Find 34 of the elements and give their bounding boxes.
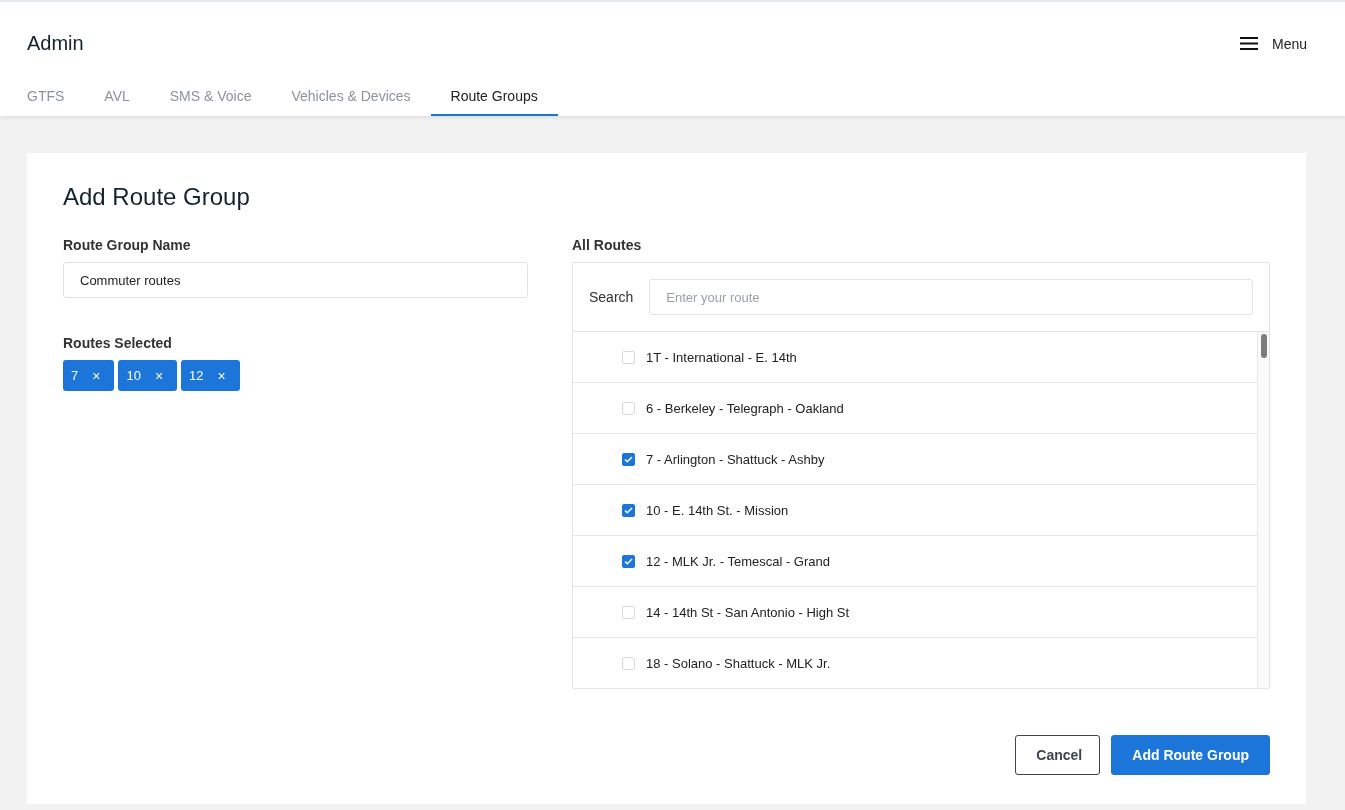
remove-button[interactable]: × [92, 367, 101, 384]
route-label: 7 - Arlington - Shattuck - Ashby [646, 451, 825, 467]
checkbox[interactable] [622, 554, 635, 568]
app-title: Admin [27, 32, 84, 55]
chip-label: 12 [189, 368, 204, 383]
chip-label: 7 [71, 368, 79, 383]
remove-button[interactable]: × [154, 367, 164, 384]
route-label: 1T - International - E. 14th [646, 349, 797, 365]
menu-button[interactable]: Menu [1239, 35, 1307, 52]
route-label: 14 - 14th St - San Antonio - High St [646, 604, 850, 620]
route-label: 12 - MLK Jr. - Temescal - Grand [646, 553, 830, 569]
scrollbar-thumb[interactable] [1260, 334, 1267, 358]
route-label: 6 - Berkeley - Telegraph - Oakland [646, 400, 844, 416]
checkbox[interactable] [622, 452, 635, 466]
nav-tab[interactable]: AVL [104, 78, 130, 116]
route-label: 18 - Solano - Shattuck - MLK Jr. [646, 655, 831, 671]
add-route-group-button[interactable]: Add Route Group [1111, 735, 1270, 775]
remove-button[interactable]: × [217, 367, 226, 384]
cancel-button[interactable]: Cancel [1015, 735, 1101, 775]
search-field[interactable]: Enter your route [649, 279, 1253, 315]
checkbox[interactable] [622, 503, 635, 517]
field-label: Route Group Name [63, 237, 192, 253]
nav-tab[interactable]: SMS & Voice [169, 78, 252, 116]
nav-tab[interactable]: Route Groups [430, 78, 558, 116]
route-label: 10 - E. 14th St. - Mission [646, 502, 789, 518]
page-heading: Add Route Group [63, 183, 251, 211]
section-label: All Routes [572, 237, 643, 253]
menu-icon [1239, 37, 1258, 50]
nav-tab[interactable]: Vehicles & Devices [291, 78, 411, 116]
search-label: Search [589, 289, 634, 305]
section-label: Routes Selected [63, 335, 173, 351]
nav-tab[interactable]: GTFS [27, 78, 65, 116]
route-group-name-field[interactable]: Commuter routes [63, 262, 528, 298]
chip-label: 10 [126, 368, 141, 383]
